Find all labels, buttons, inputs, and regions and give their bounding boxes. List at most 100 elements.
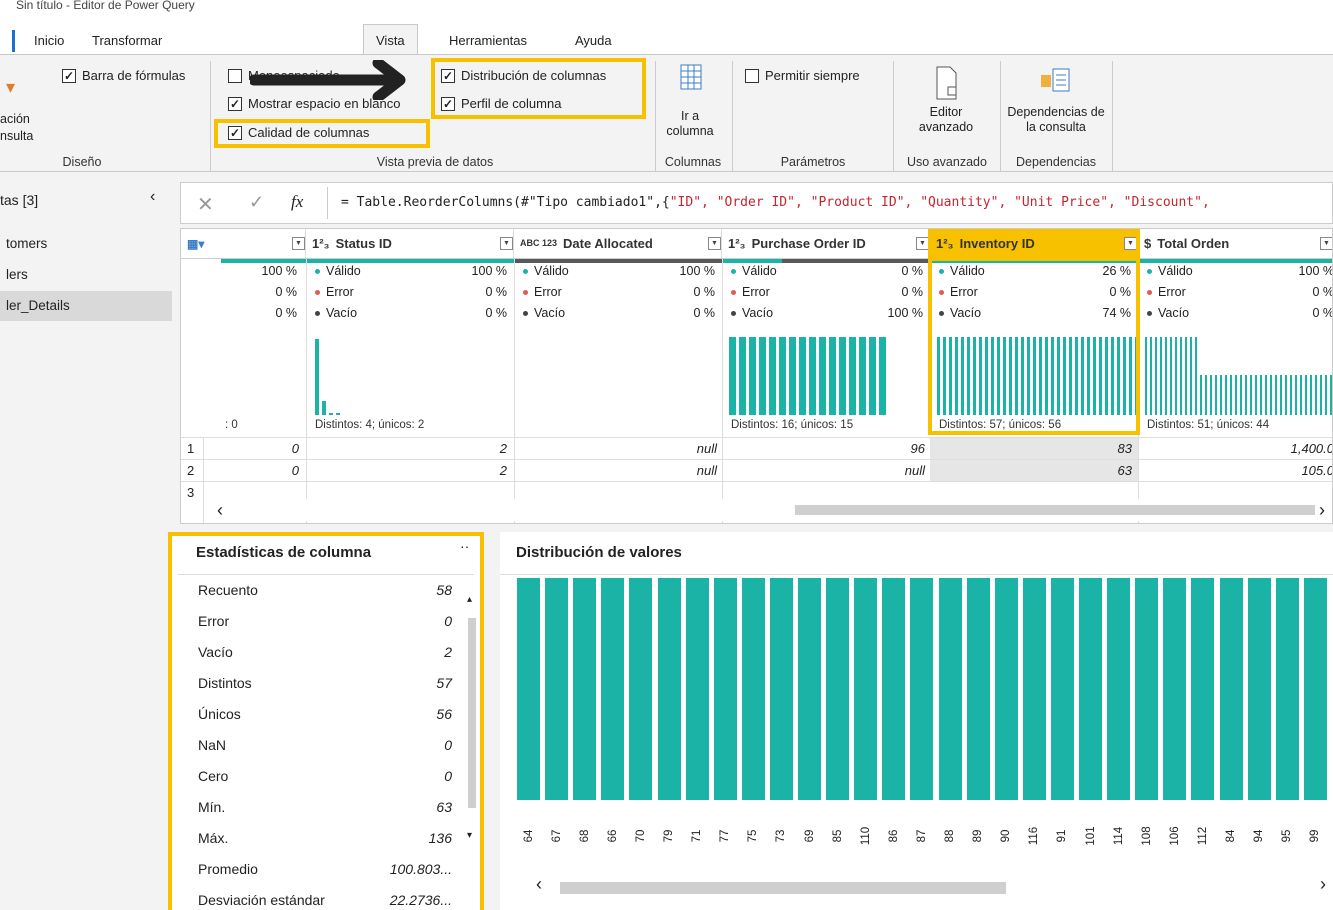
fx-icon[interactable]: fx bbox=[291, 192, 303, 212]
distribution-bar[interactable] bbox=[1303, 578, 1327, 800]
distribution-bar[interactable] bbox=[573, 578, 597, 800]
distribution-bar[interactable] bbox=[629, 578, 653, 800]
distribution-bar[interactable] bbox=[1107, 578, 1131, 800]
filter-dropdown-icon[interactable]: ▼ bbox=[500, 237, 513, 250]
formula-input[interactable]: = Table.ReorderColumns(#"Tipo cambiado1"… bbox=[341, 195, 1210, 210]
group-data-preview: Vista previa de datos bbox=[376, 155, 494, 169]
query-item[interactable]: lers bbox=[0, 260, 172, 290]
distribution-bar[interactable] bbox=[798, 578, 821, 800]
column-name: Status ID bbox=[335, 236, 392, 251]
distribution-bar[interactable] bbox=[994, 578, 1018, 800]
number-type-icon[interactable]: 1²₃ bbox=[312, 236, 330, 251]
document-icon bbox=[936, 66, 957, 100]
tab-herramientas[interactable]: Herramientas bbox=[449, 33, 527, 48]
distribution-bar[interactable] bbox=[1247, 578, 1271, 800]
histogram-bar bbox=[1280, 375, 1282, 415]
column-header-date-allocated[interactable]: ABC 123 Date Allocated ▼ bbox=[514, 229, 722, 259]
distribution-bar[interactable] bbox=[741, 578, 765, 800]
table-cell[interactable]: 2 bbox=[461, 441, 507, 456]
advanced-editor-button[interactable]: Editor avanzado bbox=[906, 65, 986, 135]
table-cell[interactable]: 105.0 bbox=[1261, 463, 1332, 478]
scroll-right-icon[interactable]: › bbox=[1319, 500, 1325, 521]
cancel-icon[interactable]: ✕ bbox=[197, 192, 214, 217]
distribution-bar[interactable] bbox=[826, 578, 850, 800]
column-header-status-id[interactable]: 1²₃ Status ID ▼ bbox=[306, 229, 514, 259]
table-cell[interactable]: 0 bbox=[281, 441, 299, 456]
table-cell[interactable]: 63 bbox=[930, 460, 1138, 481]
filter-dropdown-icon[interactable]: ▼ bbox=[292, 237, 305, 250]
histogram-bar bbox=[799, 337, 806, 415]
histogram-bar bbox=[1190, 337, 1192, 415]
any-type-icon[interactable]: ABC 123 bbox=[520, 239, 557, 248]
tab-ayuda[interactable]: Ayuda bbox=[575, 33, 612, 48]
scroll-left-icon[interactable]: ‹ bbox=[217, 500, 223, 521]
table-cell[interactable]: 1,400.0 bbox=[1261, 441, 1332, 456]
query-item[interactable]: tomers bbox=[0, 229, 172, 259]
layout-label-1[interactable]: ación bbox=[0, 112, 30, 126]
horizontal-scrollbar[interactable]: ‹ › bbox=[205, 499, 1332, 521]
distribution-bar[interactable] bbox=[938, 578, 962, 800]
layout-label-2[interactable]: nsulta bbox=[0, 129, 33, 143]
table-menu-header[interactable]: ▦▾ ▼ bbox=[181, 229, 306, 259]
distribution-bar[interactable] bbox=[601, 578, 625, 800]
distribution-bar[interactable] bbox=[657, 578, 681, 800]
table-cell[interactable]: 83 bbox=[930, 438, 1138, 459]
number-type-icon[interactable]: 1²₃ bbox=[728, 236, 746, 251]
show-whitespace-checkbox[interactable]: ✓ Mostrar espacio en blanco bbox=[228, 96, 400, 111]
distribution-label: 79 bbox=[663, 829, 675, 843]
distribution-bar[interactable] bbox=[1275, 578, 1299, 800]
empty-pct: 100 % bbox=[887, 306, 923, 320]
go-to-column-button[interactable]: Ir a columna bbox=[660, 63, 720, 139]
distribution-bar[interactable] bbox=[1079, 578, 1102, 800]
query-dependencies-button[interactable]: Dependencias de la consulta bbox=[1005, 65, 1107, 135]
distribution-bar[interactable] bbox=[517, 578, 540, 800]
currency-type-icon[interactable]: $ bbox=[1144, 236, 1151, 251]
distribution-scrollbar[interactable]: ‹ › bbox=[516, 874, 1333, 898]
distribution-bar[interactable] bbox=[1219, 578, 1243, 800]
table-cell[interactable]: null bbox=[871, 463, 925, 478]
distribution-bar[interactable] bbox=[1050, 578, 1074, 800]
table-cell[interactable]: 0 bbox=[281, 463, 299, 478]
query-item-selected[interactable]: ler_Details bbox=[0, 291, 172, 321]
valid-label: Válido bbox=[534, 264, 569, 278]
table-cell[interactable]: null bbox=[661, 441, 717, 456]
tab-vista[interactable]: Vista bbox=[363, 24, 418, 55]
scrollbar-thumb[interactable] bbox=[795, 505, 1315, 515]
histogram-bar bbox=[809, 337, 816, 415]
always-allow-checkbox[interactable]: Permitir siempre bbox=[745, 68, 860, 83]
valid-pct: 100 % bbox=[1298, 264, 1333, 278]
distribution-bar[interactable] bbox=[685, 578, 709, 800]
table-cell[interactable]: 96 bbox=[871, 441, 925, 456]
formula-bar-checkbox[interactable]: ✓ Barra de fórmulas bbox=[62, 68, 185, 83]
column-header-total-orden[interactable]: $ Total Orden ▼ bbox=[1138, 229, 1332, 259]
table-row[interactable]: 1 0 2 null 96 83 1,400.0 bbox=[181, 437, 1332, 459]
confirm-check-icon[interactable]: ✓ bbox=[249, 192, 264, 213]
distribution-bar[interactable] bbox=[1022, 578, 1046, 800]
error-label: Error bbox=[534, 285, 562, 299]
distribution-bar[interactable] bbox=[854, 578, 878, 800]
filter-dropdown-icon[interactable]: ▼ bbox=[708, 237, 721, 250]
table-row[interactable]: 2 0 2 null null 63 105.0 bbox=[181, 459, 1332, 481]
column-header-purchase-order-id[interactable]: 1²₃ Purchase Order ID ▼ bbox=[722, 229, 930, 259]
filter-dropdown-icon[interactable]: ▼ bbox=[1320, 237, 1332, 250]
distribution-bar[interactable] bbox=[1163, 578, 1187, 800]
table-cell[interactable]: 2 bbox=[461, 463, 507, 478]
scrollbar-thumb[interactable] bbox=[560, 882, 1006, 894]
tab-inicio[interactable]: Inicio bbox=[34, 33, 64, 48]
error-label: Error bbox=[742, 285, 770, 299]
distribution-bar[interactable] bbox=[1191, 578, 1215, 800]
distribution-label: 108 bbox=[1140, 826, 1153, 846]
distribution-bar[interactable] bbox=[769, 578, 793, 800]
distribution-bar[interactable] bbox=[882, 578, 906, 800]
table-menu-icon[interactable]: ▦▾ bbox=[187, 237, 204, 251]
distribution-bar[interactable] bbox=[966, 578, 990, 800]
table-cell[interactable]: null bbox=[661, 463, 717, 478]
distribution-bar[interactable] bbox=[545, 578, 569, 800]
tab-transformar[interactable]: Transformar bbox=[92, 33, 162, 48]
distribution-bar[interactable] bbox=[713, 578, 737, 800]
scroll-left-icon[interactable]: ‹ bbox=[536, 874, 542, 895]
scroll-right-icon[interactable]: › bbox=[1320, 874, 1326, 895]
distribution-bar[interactable] bbox=[910, 578, 934, 800]
distribution-bar[interactable] bbox=[1135, 578, 1159, 800]
collapse-chevron-icon[interactable]: ‹ bbox=[150, 188, 155, 206]
